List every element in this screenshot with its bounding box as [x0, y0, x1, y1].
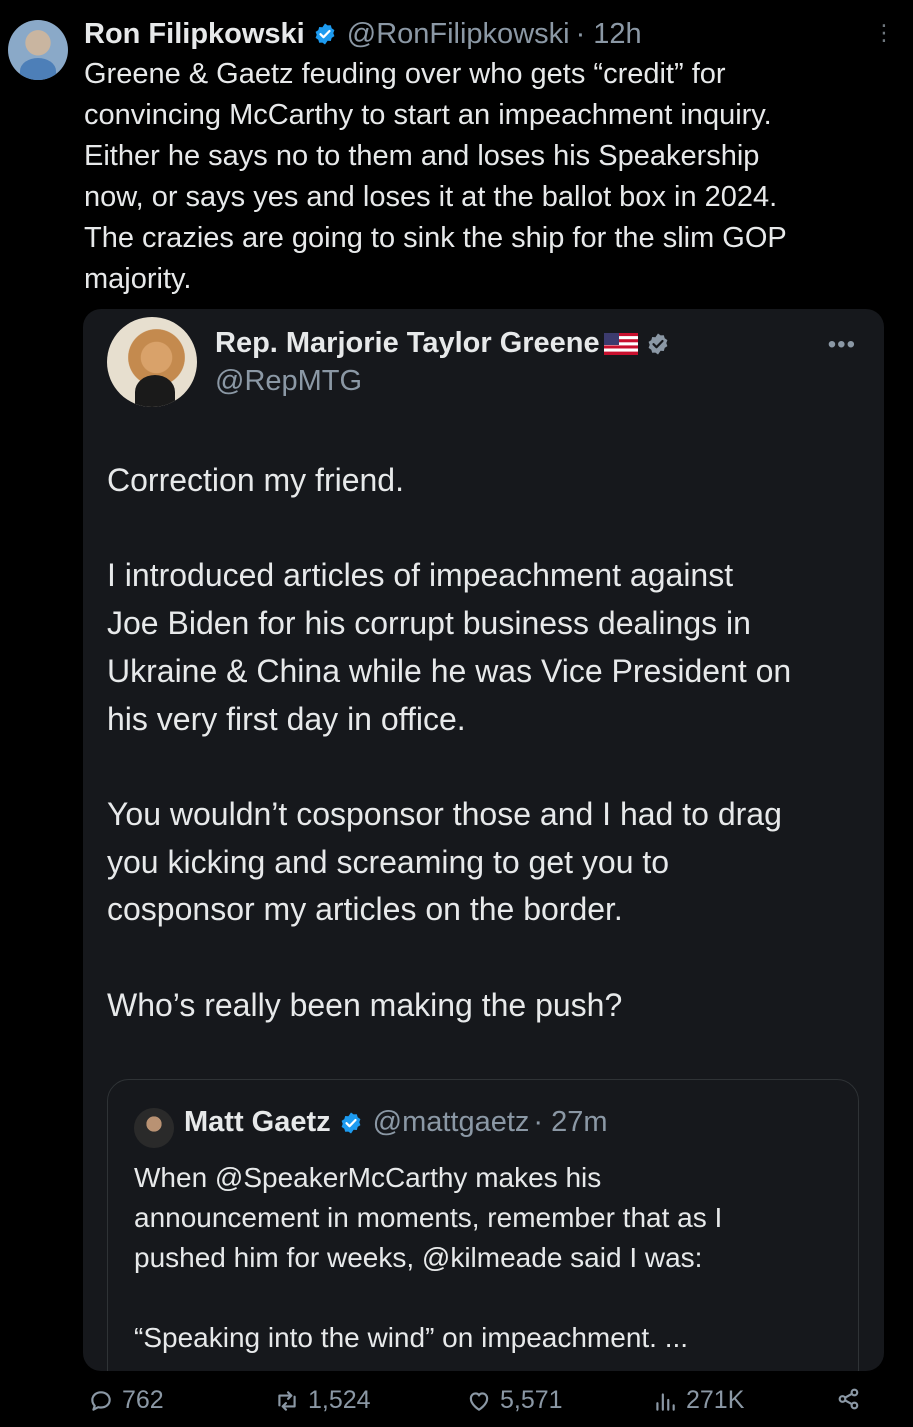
quoted-author-avatar[interactable] [107, 317, 197, 407]
nested-tweet-header: Matt Gaetz @mattgaetz · 27m [184, 1106, 608, 1139]
nested-author-avatar[interactable] [134, 1108, 174, 1148]
action-bar: 762 1,524 5,571 271K [0, 1382, 913, 1426]
nested-author-name[interactable]: Matt Gaetz [184, 1106, 331, 1139]
like-icon [469, 1391, 489, 1411]
tweet-header: Ron Filipkowski @RonFilipkowski · 12h [84, 14, 642, 54]
nested-tweet-time[interactable]: · 27m [533, 1106, 607, 1139]
nested-quote-card[interactable]: Matt Gaetz @mattgaetz · 27m When @Speake… [107, 1079, 859, 1371]
nested-tweet-text: When @SpeakerMcCarthy makes his announce… [134, 1162, 723, 1353]
share-icon [838, 1388, 859, 1410]
author-handle[interactable]: @RonFilipkowski [347, 18, 570, 51]
verified-badge-icon [341, 1112, 361, 1133]
like-count: 5,571 [500, 1386, 563, 1414]
author-avatar[interactable] [8, 20, 68, 80]
repost-icon [278, 1390, 296, 1411]
more-icon[interactable]: ⋮ [873, 22, 895, 44]
views-count: 271K [686, 1386, 745, 1414]
more-icon[interactable]: ••• [828, 331, 856, 359]
reply-count: 762 [122, 1386, 164, 1414]
views-button[interactable]: 271K [652, 1386, 744, 1415]
us-flag-icon [603, 332, 638, 355]
verified-badge-icon [315, 23, 335, 45]
repost-count: 1,524 [308, 1386, 371, 1414]
quoted-tweet-card[interactable]: Rep. Marjorie Taylor Greene @RepMTG ••• … [83, 309, 884, 1371]
author-name[interactable]: Ron Filipkowski [84, 18, 305, 51]
repost-button[interactable]: 1,524 [274, 1386, 371, 1415]
quoted-author-name-row: Rep. Marjorie Taylor Greene [215, 327, 670, 360]
reply-icon [91, 1390, 111, 1411]
reply-button[interactable]: 762 [88, 1386, 164, 1415]
nested-author-handle[interactable]: @mattgaetz [373, 1106, 530, 1139]
quoted-author-handle[interactable]: @RepMTG [215, 365, 362, 398]
quoted-author-name[interactable]: Rep. Marjorie Taylor Greene [215, 327, 600, 360]
like-button[interactable]: 5,571 [466, 1386, 563, 1415]
share-button[interactable] [836, 1386, 862, 1412]
tweet-time[interactable]: · 12h [576, 18, 642, 51]
verified-badge-icon [648, 333, 668, 354]
tweet-text: Greene & Gaetz feuding over who gets “cr… [84, 58, 787, 295]
views-icon [656, 1392, 675, 1411]
quoted-tweet-text: Correction my friend. I introduced artic… [107, 462, 792, 1023]
